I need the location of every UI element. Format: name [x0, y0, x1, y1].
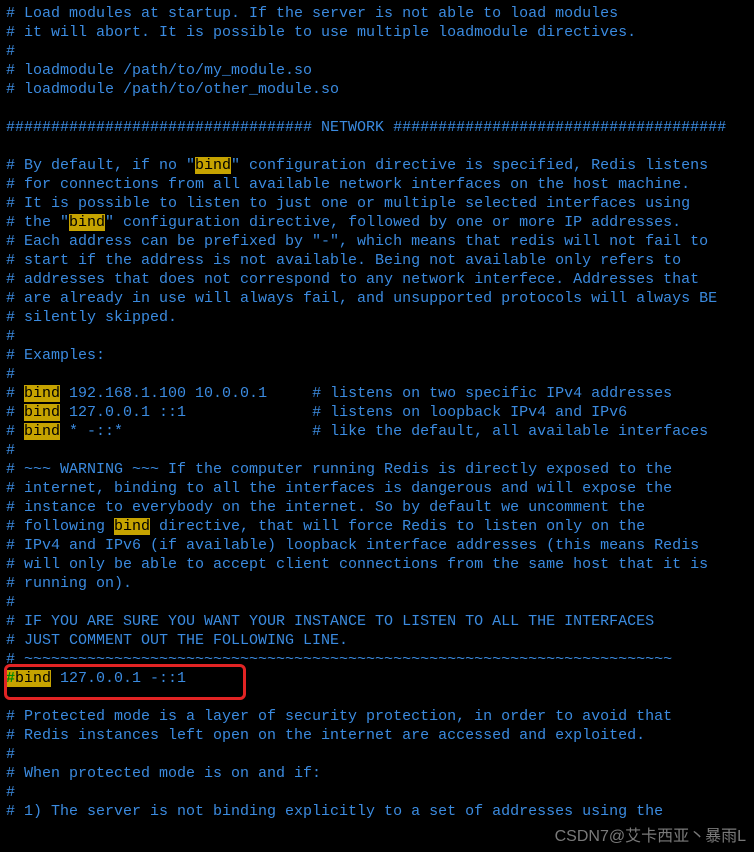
text-segment: 192.168.1.100 10.0.0.1 # listens on two …	[60, 385, 672, 402]
search-highlight: bind	[69, 214, 105, 231]
search-highlight: #	[6, 670, 15, 687]
search-highlight: bind	[24, 404, 60, 421]
text-segment: # instance to everybody on the internet.…	[6, 499, 645, 516]
config-line: #	[6, 43, 15, 60]
search-highlight: bind	[24, 385, 60, 402]
config-line: # When protected mode is on and if:	[6, 765, 321, 782]
config-line: # bind 192.168.1.100 10.0.0.1 # listens …	[6, 385, 672, 402]
text-segment: #	[6, 328, 15, 345]
text-segment: # Load modules at startup. If the server…	[6, 5, 618, 22]
config-line: # loadmodule /path/to/other_module.so	[6, 81, 339, 98]
text-segment: " configuration directive is specified, …	[231, 157, 708, 174]
config-line: # It is possible to listen to just one o…	[6, 195, 690, 212]
text-segment: # When protected mode is on and if:	[6, 765, 321, 782]
config-line: # Protected mode is a layer of security …	[6, 708, 672, 725]
text-segment: # ~~~ WARNING ~~~ If the computer runnin…	[6, 461, 672, 478]
config-line: # bind 127.0.0.1 ::1 # listens on loopba…	[6, 404, 627, 421]
config-line: # instance to everybody on the internet.…	[6, 499, 645, 516]
text-segment: #	[6, 442, 15, 459]
config-line: # JUST COMMENT OUT THE FOLLOWING LINE.	[6, 632, 348, 649]
search-highlight: bind	[195, 157, 231, 174]
config-line: # start if the address is not available.…	[6, 252, 681, 269]
config-line: # following bind directive, that will fo…	[6, 518, 645, 535]
text-segment: # addresses that does not correspond to …	[6, 271, 699, 288]
text-segment: # running on).	[6, 575, 132, 592]
config-line: #	[6, 784, 15, 801]
config-line: # it will abort. It is possible to use m…	[6, 24, 636, 41]
config-line: # internet, binding to all the interface…	[6, 480, 672, 497]
text-segment: #	[6, 746, 15, 763]
config-line: # Redis instances left open on the inter…	[6, 727, 645, 744]
text-segment: # are already in use will always fail, a…	[6, 290, 717, 307]
text-segment: # loadmodule /path/to/other_module.so	[6, 81, 339, 98]
text-segment: 127.0.0.1 ::1 # listens on loopback IPv4…	[60, 404, 627, 421]
text-segment: #	[6, 366, 15, 383]
text-segment: # following	[6, 518, 114, 535]
config-line: # bind * -::* # like the default, all av…	[6, 423, 708, 440]
text-segment: # ~~~~~~~~~~~~~~~~~~~~~~~~~~~~~~~~~~~~~~…	[6, 651, 672, 668]
search-highlight: bind	[15, 670, 51, 687]
text-segment: # JUST COMMENT OUT THE FOLLOWING LINE.	[6, 632, 348, 649]
text-segment: # loadmodule /path/to/my_module.so	[6, 62, 312, 79]
config-line: # ~~~ WARNING ~~~ If the computer runnin…	[6, 461, 672, 478]
config-line: # Examples:	[6, 347, 105, 364]
text-segment: # will only be able to accept client con…	[6, 556, 708, 573]
text-segment: # the "	[6, 214, 69, 231]
text-segment: # IF YOU ARE SURE YOU WANT YOUR INSTANCE…	[6, 613, 654, 630]
config-line: # the "bind" configuration directive, fo…	[6, 214, 681, 231]
search-highlight: bind	[24, 423, 60, 440]
text-segment: #	[6, 784, 15, 801]
config-line: # IPv4 and IPv6 (if available) loopback …	[6, 537, 699, 554]
config-line: # are already in use will always fail, a…	[6, 290, 717, 307]
watermark-text: CSDN7@艾卡西亚丶暴雨L	[555, 822, 746, 846]
text-segment: # for connections from all available net…	[6, 176, 690, 193]
text-segment: # silently skipped.	[6, 309, 177, 326]
text-segment: # Protected mode is a layer of security …	[6, 708, 672, 725]
config-line: ################################## NETWO…	[6, 119, 726, 136]
text-segment: # Each address can be prefixed by "-", w…	[6, 233, 708, 250]
text-segment: #	[6, 43, 15, 60]
text-segment: # internet, binding to all the interface…	[6, 480, 672, 497]
text-segment: # it will abort. It is possible to use m…	[6, 24, 636, 41]
text-segment: # start if the address is not available.…	[6, 252, 681, 269]
config-line: # ~~~~~~~~~~~~~~~~~~~~~~~~~~~~~~~~~~~~~~…	[6, 651, 672, 668]
text-segment: #	[6, 423, 24, 440]
text-segment: 127.0.0.1 -::1	[51, 670, 186, 687]
config-line: # addresses that does not correspond to …	[6, 271, 699, 288]
text-segment: * -::* # like the default, all available…	[60, 423, 708, 440]
config-line: # running on).	[6, 575, 132, 592]
config-line: # will only be able to accept client con…	[6, 556, 708, 573]
config-line: #	[6, 442, 15, 459]
text-segment: #	[6, 404, 24, 421]
text-segment: " configuration directive, followed by o…	[105, 214, 681, 231]
config-line: # 1) The server is not binding explicitl…	[6, 803, 663, 820]
config-line: #	[6, 366, 15, 383]
config-line: # silently skipped.	[6, 309, 177, 326]
config-line: #	[6, 746, 15, 763]
text-segment: # By default, if no "	[6, 157, 195, 174]
config-line: # By default, if no "bind" configuration…	[6, 157, 708, 174]
text-segment: # Redis instances left open on the inter…	[6, 727, 645, 744]
terminal-output: # Load modules at startup. If the server…	[0, 0, 754, 825]
text-segment: #	[6, 385, 24, 402]
config-line: # IF YOU ARE SURE YOU WANT YOUR INSTANCE…	[6, 613, 654, 630]
config-line: #	[6, 594, 15, 611]
config-line: # Each address can be prefixed by "-", w…	[6, 233, 708, 250]
config-line: #bind 127.0.0.1 -::1	[6, 670, 186, 687]
text-segment: #	[6, 594, 15, 611]
config-line: #	[6, 328, 15, 345]
config-line: # for connections from all available net…	[6, 176, 690, 193]
text-segment: # It is possible to listen to just one o…	[6, 195, 690, 212]
text-segment: ################################## NETWO…	[6, 119, 726, 136]
config-line: # loadmodule /path/to/my_module.so	[6, 62, 312, 79]
text-segment: directive, that will force Redis to list…	[150, 518, 645, 535]
text-segment: # IPv4 and IPv6 (if available) loopback …	[6, 537, 699, 554]
text-segment: # Examples:	[6, 347, 105, 364]
search-highlight: bind	[114, 518, 150, 535]
config-line: # Load modules at startup. If the server…	[6, 5, 618, 22]
text-segment: # 1) The server is not binding explicitl…	[6, 803, 663, 820]
